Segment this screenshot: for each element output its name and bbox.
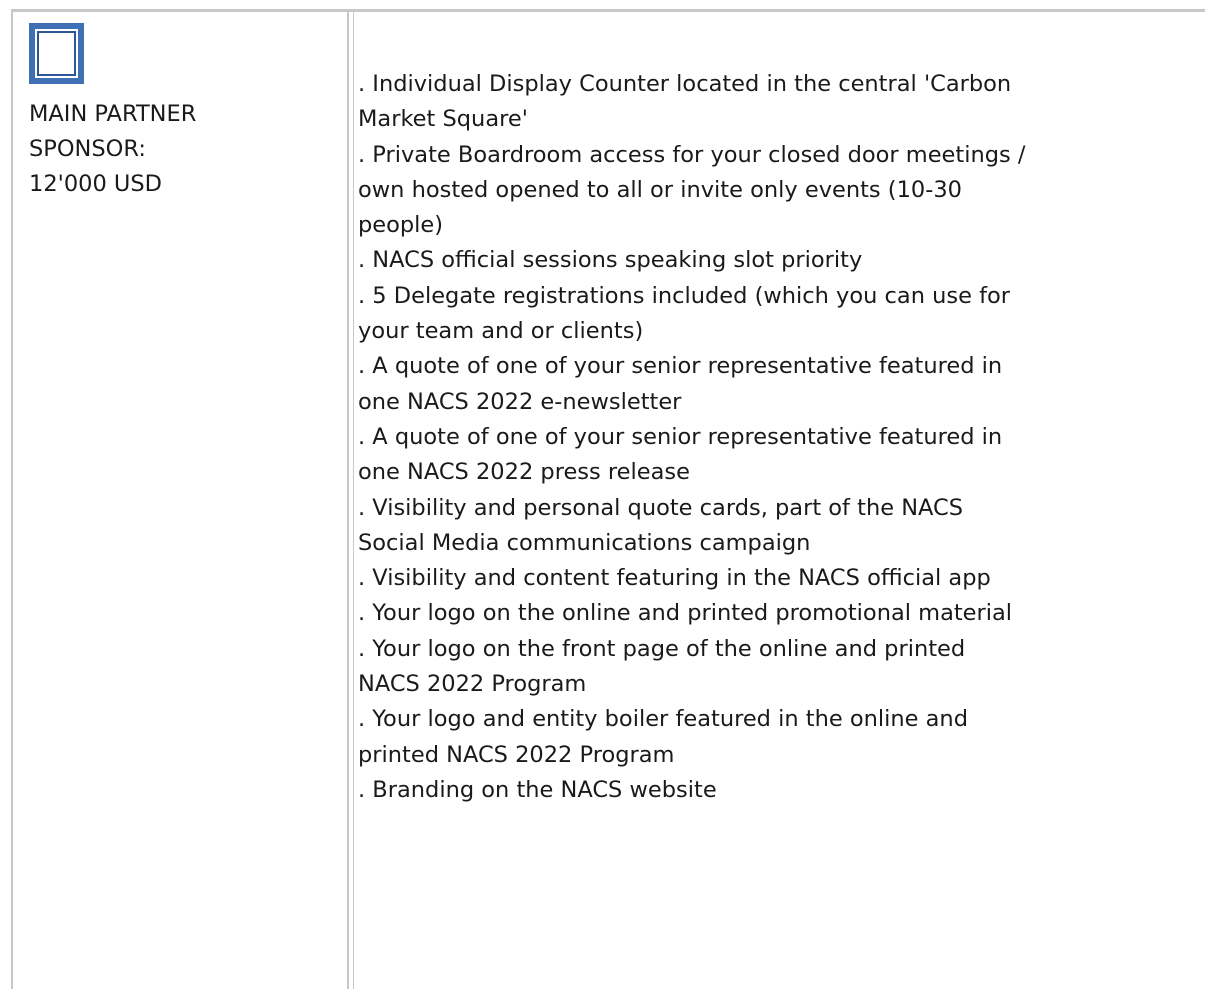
benefit-line: Market Square' xyxy=(358,106,528,133)
benefit-line: . Visibility and content featuring in th… xyxy=(358,565,991,592)
checkbox-empty-icon[interactable] xyxy=(29,23,84,84)
tier-line-price: 12'000 USD xyxy=(29,171,162,197)
column-divider xyxy=(347,12,349,989)
benefit-line: . Visibility and personal quote cards, p… xyxy=(358,494,964,521)
tier-line-type: SPONSOR: xyxy=(29,136,146,162)
benefit-line: . Your logo on the online and printed pr… xyxy=(358,600,1013,627)
benefit-line: . Individual Display Counter located in … xyxy=(358,71,1012,97)
benefit-line: your team and or clients) xyxy=(358,318,644,345)
tier-label: MAIN PARTNER SPONSOR: 12'000 USD xyxy=(29,97,196,202)
benefit-line: people) xyxy=(358,212,444,239)
tier-cell: MAIN PARTNER SPONSOR: 12'000 USD xyxy=(13,12,347,989)
tier-line-name: MAIN PARTNER xyxy=(29,101,197,127)
column-divider-inner xyxy=(353,12,354,989)
benefit-line: one NACS 2022 e-newsletter xyxy=(358,388,682,415)
benefit-line: . A quote of one of your senior represen… xyxy=(358,353,1003,380)
benefit-line: . 5 Delegate registrations included (whi… xyxy=(358,282,1011,309)
benefit-line: one NACS 2022 press release xyxy=(358,459,690,486)
benefit-line: NACS 2022 Program xyxy=(358,671,587,698)
benefit-line: . NACS official sessions speaking slot p… xyxy=(358,247,863,274)
checkbox-inner-border xyxy=(37,31,76,76)
benefit-line: . A quote of one of your senior represen… xyxy=(358,423,1003,450)
benefit-line: . Branding on the NACS website xyxy=(358,776,717,803)
benefit-line: Social Media communications campaign xyxy=(358,529,811,556)
benefit-line: . Your logo and entity boiler featured i… xyxy=(358,706,968,733)
benefits-list: . Individual Display Counter located in … xyxy=(358,67,1025,808)
benefit-line: printed NACS 2022 Program xyxy=(358,741,675,768)
benefit-line: . Your logo on the front page of the onl… xyxy=(358,635,966,662)
benefit-line: . Private Boardroom access for your clos… xyxy=(358,141,1026,168)
benefit-line: own hosted opened to all or invite only … xyxy=(358,176,962,203)
sponsorship-table: MAIN PARTNER SPONSOR: 12'000 USD . Indiv… xyxy=(11,9,1205,989)
